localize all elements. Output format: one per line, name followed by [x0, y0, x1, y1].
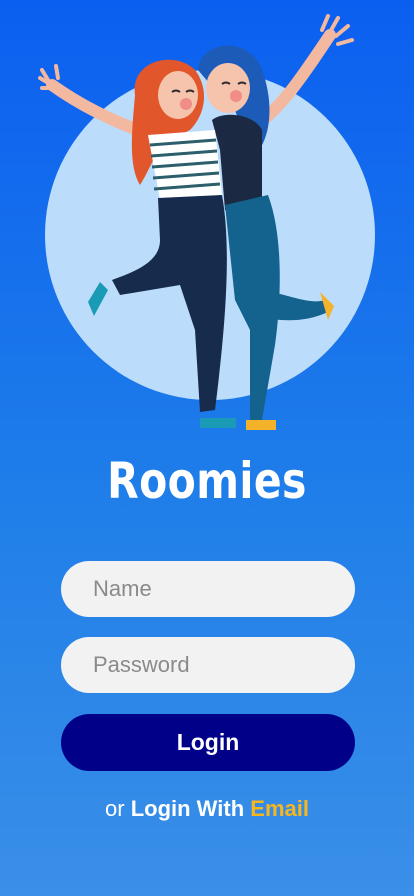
alt-login-middle: Login With: [130, 796, 245, 821]
name-input[interactable]: [61, 561, 355, 617]
alt-login-prefix: or: [105, 796, 125, 821]
friends-illustration: [38, 14, 375, 430]
alt-login-row: or Login With Email: [0, 796, 414, 822]
hero-illustration: [0, 0, 414, 440]
password-input[interactable]: [61, 637, 355, 693]
email-login-link[interactable]: Email: [250, 796, 309, 821]
app-title: Roomies: [107, 452, 307, 510]
login-button[interactable]: Login: [61, 714, 355, 771]
